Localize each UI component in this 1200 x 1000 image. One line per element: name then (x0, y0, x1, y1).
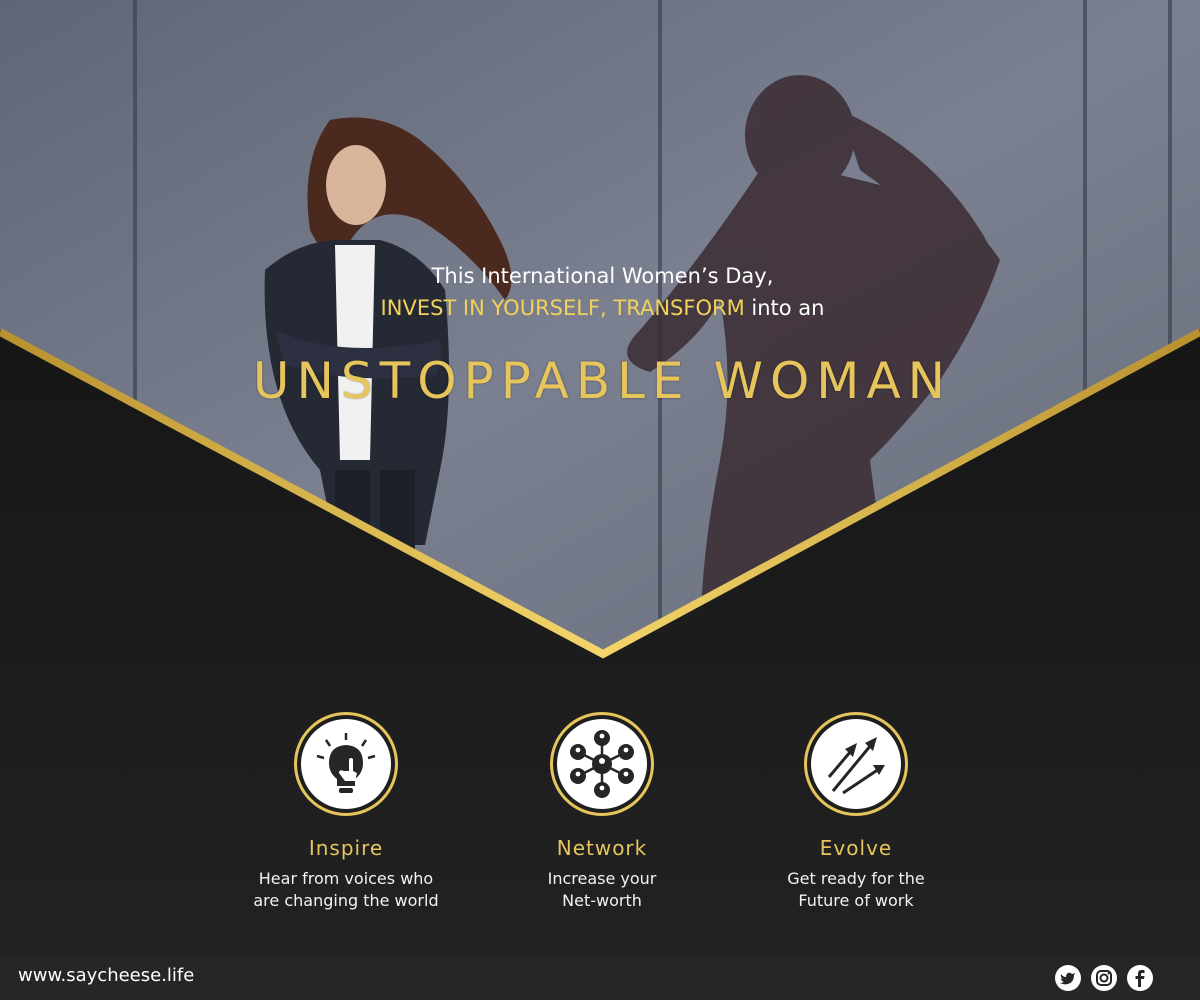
feature-ring (804, 712, 908, 816)
twitter-icon[interactable] (1055, 965, 1081, 991)
feature-title: Inspire (308, 836, 384, 860)
footer-bar: www.saycheese.life (0, 955, 1200, 1000)
feature-description: Increase your Net-worth (547, 869, 657, 910)
poster: This International Women’s Day, INVEST I… (0, 0, 1200, 1000)
rising-arrows-icon (811, 719, 901, 809)
feature-title: Evolve (819, 836, 893, 860)
website-link[interactable]: www.saycheese.life (18, 965, 194, 986)
headline-line-2: INVEST IN YOURSELF, TRANSFORM into an (0, 292, 1200, 324)
facebook-icon[interactable] (1127, 965, 1153, 991)
main-title: UNSTOPPABLE WOMAN (252, 352, 953, 410)
feature-description: Hear from voices who are changing the wo… (253, 869, 439, 910)
headline-highlight: INVEST IN YOURSELF, TRANSFORM (380, 296, 745, 320)
instagram-icon[interactable] (1091, 965, 1117, 991)
network-people-icon (557, 719, 647, 809)
feature-title: Network (556, 836, 648, 860)
feature-ring (550, 712, 654, 816)
features-row: Inspire Hear from voices who are changin… (0, 712, 1200, 932)
headline-rest: into an (744, 296, 825, 320)
feature-network: Network Increase your Net-worth (472, 712, 732, 912)
feature-description: Get ready for the Future of work (787, 869, 925, 910)
lightbulb-hand-icon (301, 719, 391, 809)
headline-line-1: This International Women’s Day, (431, 264, 774, 288)
feature-ring (294, 712, 398, 816)
feature-evolve: Evolve Get ready for the Future of work (726, 712, 986, 912)
headline: This International Women’s Day, INVEST I… (0, 260, 1200, 324)
feature-inspire: Inspire Hear from voices who are changin… (216, 712, 476, 912)
